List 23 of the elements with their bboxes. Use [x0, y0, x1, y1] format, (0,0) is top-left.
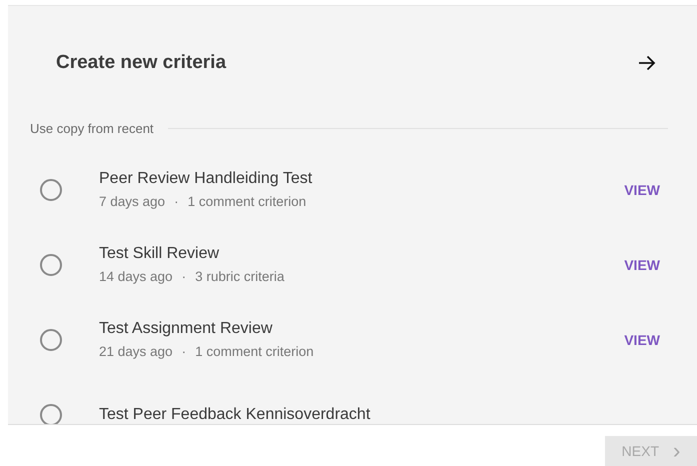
section-label: Use copy from recent: [30, 121, 154, 136]
dialog-title: Create new criteria: [56, 52, 226, 74]
view-link[interactable]: VIEW: [624, 182, 660, 198]
item-title: Peer Review Handleiding Test: [99, 170, 314, 188]
view-link[interactable]: VIEW: [624, 256, 660, 272]
item-age: 14 days ago: [99, 269, 173, 284]
item-age: 21 days ago: [99, 344, 173, 359]
separator-dot: ·: [174, 194, 179, 209]
item-detail: 1 comment criterion: [188, 194, 306, 209]
separator-dot: ·: [182, 269, 186, 284]
item-title: Test Skill Review: [99, 245, 220, 263]
radio-button[interactable]: [40, 254, 62, 276]
item-detail: 3 rubric criteria: [195, 269, 284, 284]
view-link[interactable]: VIEW: [624, 332, 660, 348]
item-age: 7 days ago: [99, 194, 166, 209]
arrow-right-icon[interactable]: [638, 55, 656, 71]
radio-button[interactable]: [40, 328, 62, 350]
item-title: Test Assignment Review: [99, 320, 274, 338]
radio-button[interactable]: [40, 178, 62, 200]
separator-dot: ·: [182, 344, 186, 359]
item-detail: 1 comment criterion: [195, 344, 314, 359]
item-title: Test Peer Feedback Kennisoverdracht: [99, 406, 372, 424]
radio-button[interactable]: [40, 404, 62, 424]
